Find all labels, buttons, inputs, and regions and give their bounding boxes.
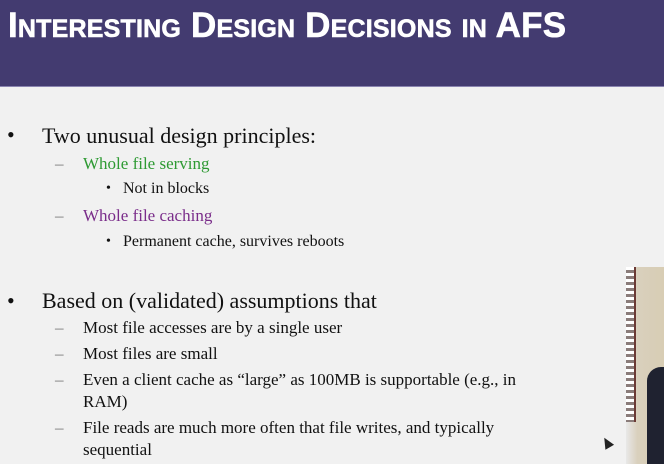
- bullet-icon: •: [7, 122, 15, 147]
- sub-bullet-text-continued: RAM): [83, 392, 128, 411]
- mouse-cursor-icon: [599, 435, 615, 450]
- sub-sub-bullet-text: Not in blocks: [123, 180, 210, 197]
- dash-icon: –: [55, 206, 64, 225]
- bullet-text: Based on (validated) assumptions that: [42, 288, 377, 313]
- window-blinds: [626, 267, 636, 422]
- presenter: [647, 367, 664, 464]
- sub-sub-bullet-text: Permanent cache, survives reboots: [123, 233, 345, 250]
- dash-icon: –: [55, 318, 64, 337]
- sub-bullet-text: Whole file caching: [83, 206, 213, 225]
- slide-header: Interesting Design Decisions in AFS: [0, 0, 664, 87]
- bullet-icon: •: [106, 234, 111, 249]
- webcam-video-inset: [626, 267, 664, 464]
- sub-bullet-text: Whole file serving: [83, 154, 210, 173]
- dash-icon: –: [55, 370, 64, 389]
- dash-icon: –: [55, 154, 64, 173]
- bullet-icon: •: [106, 181, 111, 196]
- slide-title: Interesting Design Decisions in AFS: [8, 6, 567, 46]
- dash-icon: –: [55, 344, 64, 363]
- dash-icon: –: [55, 418, 64, 437]
- sub-bullet-text: Even a client cache as “large” as 100MB …: [83, 370, 517, 389]
- sub-bullet-text-continued: sequential: [83, 440, 152, 459]
- bullet-text: Two unusual design principles:: [42, 123, 317, 148]
- sub-bullet-text: Most files are small: [83, 344, 218, 363]
- sub-bullet-text: File reads are much more often that file…: [83, 418, 495, 437]
- bullet-icon: •: [7, 288, 15, 313]
- sub-bullet-text: Most file accesses are by a single user: [83, 318, 343, 337]
